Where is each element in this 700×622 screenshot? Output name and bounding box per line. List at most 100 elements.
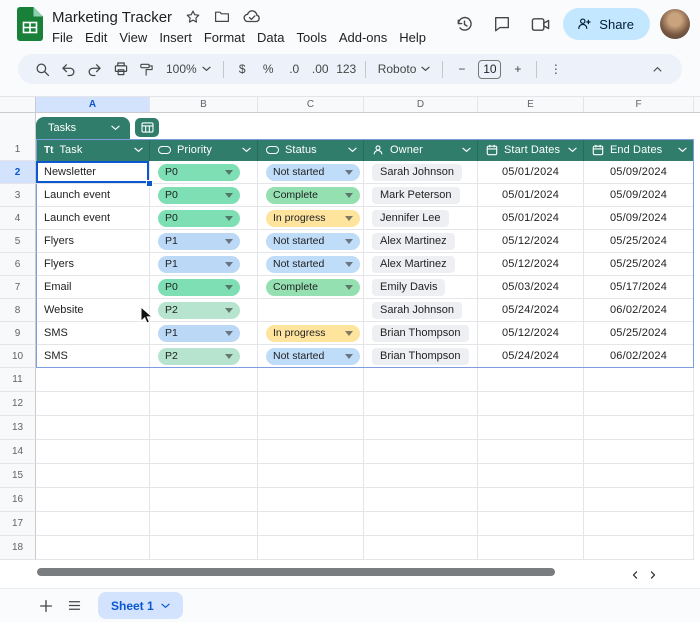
table-header-task[interactable]: TtTask [36,139,150,161]
grid-cell[interactable] [478,392,584,416]
cell-priority[interactable]: P0 [150,161,258,184]
grid-cell[interactable] [36,512,150,536]
cell-start-date[interactable]: 05/01/2024 [478,207,584,230]
grid-cell[interactable] [258,440,364,464]
priority-pill[interactable]: P0 [158,210,240,227]
menu-file[interactable]: File [46,28,79,48]
scroll-left-icon[interactable] [630,570,640,580]
grid-cell[interactable] [258,392,364,416]
grid-cell[interactable] [364,392,478,416]
owner-chip[interactable]: Brian Thompson [372,348,469,365]
chevron-down-icon[interactable] [242,147,251,153]
grid-cell[interactable] [150,464,258,488]
cell-task[interactable]: Launch event [36,184,150,207]
horizontal-scrollbar[interactable] [37,568,555,576]
print-button[interactable] [108,57,133,81]
status-pill[interactable]: Not started [266,233,360,250]
column-header-f[interactable]: F [584,97,694,112]
grid-cell[interactable] [150,440,258,464]
cell-end-date[interactable]: 05/25/2024 [584,322,694,345]
cell-status[interactable]: Complete [258,276,364,299]
status-pill[interactable]: Not started [266,164,360,181]
cell-owner[interactable]: Alex Martinez [364,230,478,253]
chevron-down-icon[interactable] [462,147,471,153]
row-header-13[interactable]: 13 [0,416,36,440]
cell-start-date[interactable]: 05/01/2024 [478,161,584,184]
status-pill[interactable]: In progress [266,210,360,227]
format-as-currency-button[interactable]: $ [230,57,255,81]
hide-menus-button[interactable] [645,57,670,81]
decrease-font-size-button[interactable]: − [449,57,474,81]
row-header-15[interactable]: 15 [0,464,36,488]
column-header-d[interactable]: D [364,97,478,112]
grid-cell[interactable] [584,512,694,536]
chevron-down-icon[interactable] [678,147,687,153]
grid-cell[interactable] [150,416,258,440]
row-header-4[interactable]: 4 [0,207,36,230]
row-header-1[interactable]: 1 [0,139,36,161]
cell-start-date[interactable]: 05/12/2024 [478,253,584,276]
row-header-2[interactable]: 2 [0,161,36,184]
priority-pill[interactable]: P0 [158,187,240,204]
row-header-3[interactable]: 3 [0,184,36,207]
cell-start-date[interactable]: 05/24/2024 [478,299,584,322]
chevron-down-icon[interactable] [161,603,170,609]
grid-cell[interactable] [584,536,694,560]
zoom-dropdown[interactable]: 100% [160,57,217,81]
table-header-status[interactable]: Status [258,139,364,161]
grid-cell[interactable] [584,440,694,464]
cell-status[interactable]: Complete [258,184,364,207]
grid-cell[interactable] [478,368,584,392]
status-pill[interactable]: Complete [266,279,360,296]
column-header-b[interactable]: B [150,97,258,112]
status-pill[interactable]: Not started [266,348,360,365]
grid-cell[interactable] [258,416,364,440]
cell-end-date[interactable]: 05/09/2024 [584,184,694,207]
priority-pill[interactable]: P0 [158,279,240,296]
cell-owner[interactable]: Brian Thompson [364,345,478,368]
owner-chip[interactable]: Alex Martinez [372,256,455,273]
menu-insert[interactable]: Insert [153,28,198,48]
grid-cell[interactable] [150,536,258,560]
grid-cell[interactable] [36,368,150,392]
google-sheets-logo[interactable] [17,7,43,41]
priority-pill[interactable]: P2 [158,348,240,365]
priority-pill[interactable]: P1 [158,325,240,342]
cell-end-date[interactable]: 05/17/2024 [584,276,694,299]
menu-add-ons[interactable]: Add-ons [333,28,393,48]
cell-status[interactable]: In progress [258,322,364,345]
grid-cell[interactable] [36,464,150,488]
cell-priority[interactable]: P1 [150,253,258,276]
cell-task[interactable]: SMS [36,345,150,368]
cell-priority[interactable]: P1 [150,322,258,345]
cell-priority[interactable]: P0 [150,276,258,299]
grid-cell[interactable] [364,488,478,512]
menu-edit[interactable]: Edit [79,28,113,48]
priority-pill[interactable]: P2 [158,302,240,319]
row-header-17[interactable]: 17 [0,512,36,536]
table-header-owner[interactable]: Owner [364,139,478,161]
grid-cell[interactable] [36,392,150,416]
status-pill[interactable]: In progress [266,325,360,342]
grid-cell[interactable] [36,488,150,512]
grid-cell[interactable] [584,464,694,488]
cell-status[interactable]: Not started [258,161,364,184]
cell-start-date[interactable]: 05/12/2024 [478,230,584,253]
increase-font-size-button[interactable]: + [505,57,530,81]
row-header-8[interactable]: 8 [0,299,36,322]
status-pill[interactable]: Not started [266,256,360,273]
row-header-14[interactable]: 14 [0,440,36,464]
menu-tools[interactable]: Tools [290,28,332,48]
row-header-10[interactable]: 10 [0,345,36,368]
grid-cell[interactable] [478,464,584,488]
grid-cell[interactable] [150,512,258,536]
cell-end-date[interactable]: 06/02/2024 [584,345,694,368]
cell-status[interactable]: In progress [258,207,364,230]
cell-priority[interactable]: P0 [150,184,258,207]
grid-cell[interactable] [258,536,364,560]
grid-cell[interactable] [150,488,258,512]
owner-chip[interactable]: Sarah Johnson [372,302,462,319]
cell-start-date[interactable]: 05/24/2024 [478,345,584,368]
chevron-down-icon[interactable] [134,147,143,153]
priority-pill[interactable]: P1 [158,233,240,250]
